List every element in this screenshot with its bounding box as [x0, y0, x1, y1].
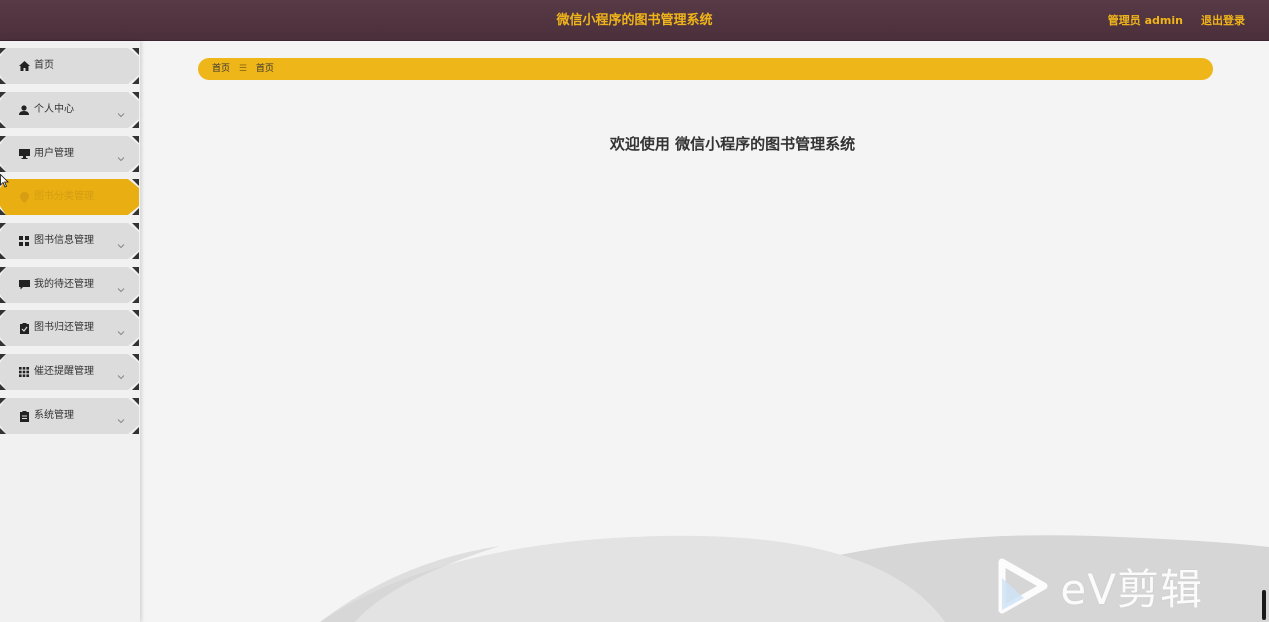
sidebar-item-personal-center[interactable]: 个人中心 [0, 92, 140, 128]
chevron-down-icon [117, 410, 125, 424]
sidebar-item-label: 用户管理 [34, 148, 74, 159]
app-window: 微信小程序的图书管理系统 管理员 admin 退出登录 首页 个人中心 用户管理… [0, 0, 1269, 622]
watermark-text: eV剪辑 [1060, 564, 1203, 614]
sidebar-item-return-reminder-body[interactable]: 催还提醒管理 [0, 354, 139, 390]
sidebar-item-system-management-body[interactable]: 系统管理 [0, 398, 139, 434]
sidebar-item-my-returns[interactable]: 我的待还管理 [0, 267, 140, 303]
grid-icon [18, 235, 30, 247]
sidebar-item-home-body[interactable]: 首页 [0, 48, 139, 84]
sidebar-item-home[interactable]: 首页 [0, 48, 140, 84]
sidebar-item-label: 首页 [34, 60, 54, 71]
breadcrumb-item-home[interactable]: 首页 [212, 64, 230, 74]
sidebar-item-label: 图书归还管理 [34, 322, 94, 333]
sidebar-item-label: 催还提醒管理 [34, 366, 94, 377]
user-icon [18, 104, 30, 116]
sidebar-item-book-return-body[interactable]: 图书归还管理 [0, 310, 139, 346]
main-content: 首页 ☰ 首页 欢迎使用 微信小程序的图书管理系统 eV剪辑 [140, 41, 1269, 622]
breadcrumb-item-current: 首页 [255, 64, 274, 74]
sidebar-item-label: 个人中心 [34, 104, 74, 115]
pin-icon [18, 191, 30, 203]
sidebar-item-personal-center-body[interactable]: 个人中心 [0, 92, 139, 128]
sidebar-item-system-management[interactable]: 系统管理 [0, 398, 140, 434]
sidebar: 首页 个人中心 用户管理 图书分类管理 图书信息管理 我的待还管理 图书归还管理… [0, 41, 140, 622]
mouse-cursor-icon [0, 174, 9, 188]
chevron-down-icon [117, 148, 125, 162]
chevron-down-icon [117, 104, 125, 118]
sidebar-item-label: 系统管理 [34, 410, 74, 421]
background-wave-decoration [320, 535, 1269, 622]
app-title: 微信小程序的图书管理系统 [556, 13, 713, 28]
top-header: 微信小程序的图书管理系统 管理员 admin 退出登录 [0, 0, 1269, 41]
comment-icon [18, 279, 30, 291]
sidebar-item-book-info[interactable]: 图书信息管理 [0, 223, 140, 259]
video-watermark: eV剪辑 [998, 558, 1203, 614]
clipboard-icon [18, 410, 30, 422]
sidebar-item-label: 我的待还管理 [34, 279, 94, 290]
welcome-heading: 欢迎使用 微信小程序的图书管理系统 [609, 135, 856, 153]
sidebar-item-book-return[interactable]: 图书归还管理 [0, 310, 140, 346]
chevron-down-icon [117, 322, 125, 336]
scrollbar-thumb[interactable] [1262, 590, 1266, 620]
play-logo-icon [998, 558, 1048, 614]
sidebar-item-user-management-body[interactable]: 用户管理 [0, 136, 139, 172]
sidebar-item-label: 图书分类管理 [34, 191, 94, 202]
home-icon [18, 60, 30, 72]
sidebar-item-book-info-body[interactable]: 图书信息管理 [0, 223, 139, 259]
breadcrumb: 首页 ☰ 首页 [198, 58, 1213, 80]
chevron-down-icon [117, 279, 125, 293]
breadcrumb-separator: ☰ [238, 64, 247, 74]
sidebar-item-return-reminder[interactable]: 催还提醒管理 [0, 354, 140, 390]
chevron-down-icon [117, 235, 125, 249]
monitor-icon [18, 148, 30, 160]
apps-icon [18, 366, 30, 378]
sidebar-item-user-management[interactable]: 用户管理 [0, 136, 140, 172]
sidebar-item-book-category[interactable]: 图书分类管理 [0, 179, 140, 215]
clipboard-check-icon [18, 322, 30, 334]
sidebar-item-book-category-body[interactable]: 图书分类管理 [0, 179, 139, 215]
sidebar-item-my-returns-body[interactable]: 我的待还管理 [0, 267, 139, 303]
sidebar-item-label: 图书信息管理 [34, 235, 94, 246]
current-user-label: 管理员 admin [1107, 14, 1183, 27]
logout-button[interactable]: 退出登录 [1201, 0, 1245, 41]
chevron-down-icon [117, 366, 125, 380]
